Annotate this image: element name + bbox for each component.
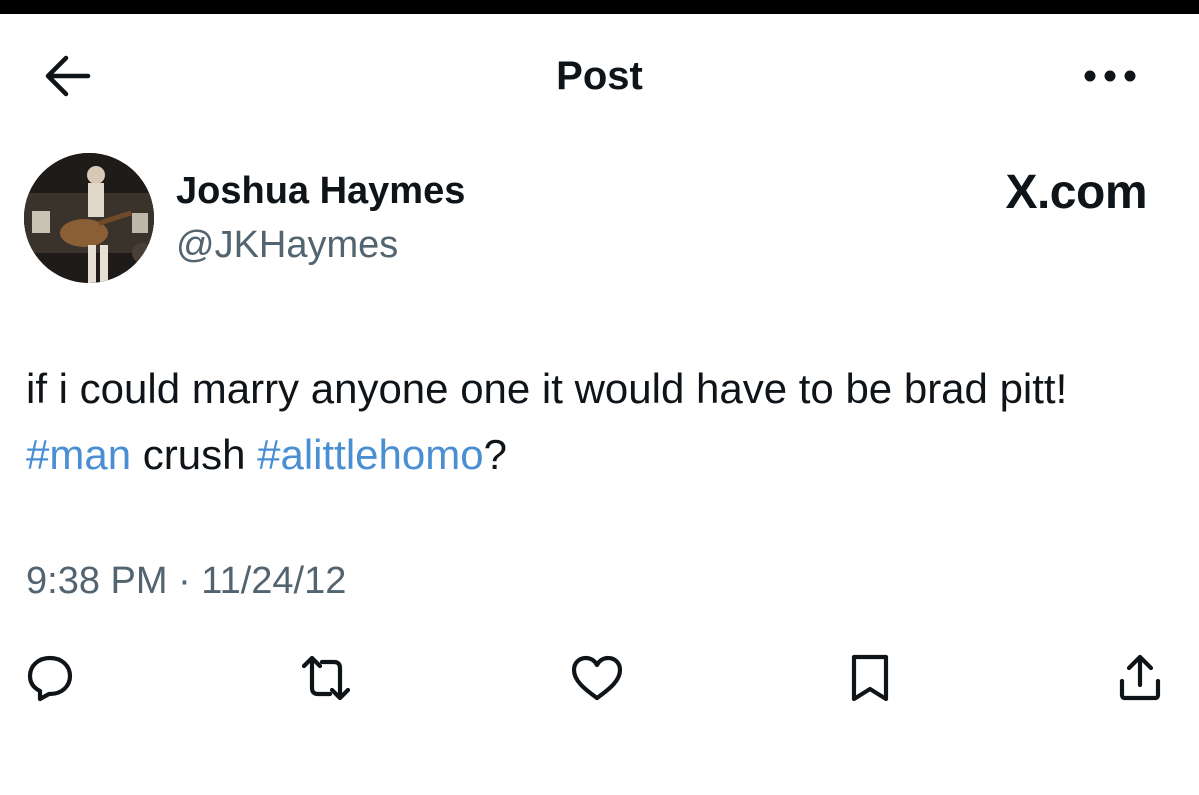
hashtag-link[interactable]: #alittlehomo (257, 431, 483, 478)
page-title: Post (556, 54, 643, 98)
post-timestamp[interactable]: 9:38 PM · 11/24/12 (26, 558, 346, 604)
repost-icon (301, 655, 351, 701)
share-icon (1119, 654, 1161, 701)
post-text-segment: if i could marry anyone one it would hav… (26, 365, 1068, 412)
brand-watermark: X.com (1005, 166, 1147, 219)
back-button[interactable] (38, 52, 94, 100)
post-text: if i could marry anyone one it would hav… (26, 356, 1176, 488)
bookmark-button[interactable] (842, 650, 898, 706)
post-text-segment: ? (483, 431, 507, 478)
more-options-button[interactable] (1080, 58, 1140, 94)
arrow-left-icon (45, 55, 91, 97)
author-handle[interactable]: @JKHaymes (176, 222, 398, 268)
share-button[interactable] (1112, 650, 1168, 706)
reply-button[interactable] (22, 650, 78, 706)
more-horizontal-icon (1084, 70, 1136, 82)
author-display-name[interactable]: Joshua Haymes (176, 168, 465, 214)
reply-icon (27, 655, 73, 702)
post-text-segment: crush (131, 431, 258, 478)
avatar-photo (24, 153, 154, 283)
repost-button[interactable] (298, 650, 354, 706)
avatar[interactable] (24, 153, 154, 283)
bookmark-icon (851, 654, 889, 702)
hashtag-link[interactable]: #man (26, 431, 131, 478)
like-button[interactable] (569, 650, 625, 706)
like-icon (571, 655, 623, 701)
status-bar-strip (0, 0, 1199, 14)
